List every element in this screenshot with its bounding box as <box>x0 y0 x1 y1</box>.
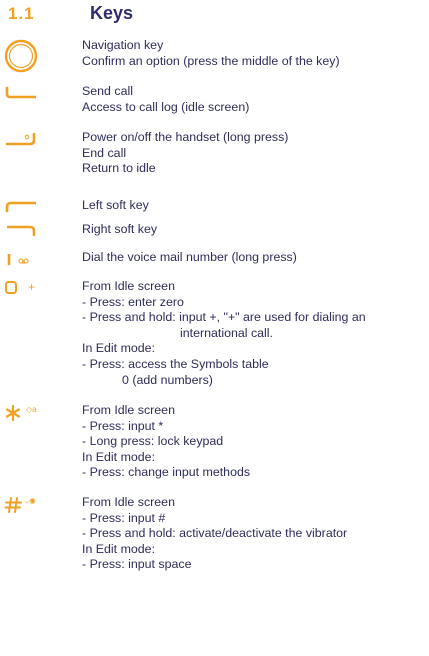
star-key-icon <box>5 404 21 422</box>
description-line: In Edit mode: <box>82 449 156 464</box>
key-description: Power on/off the handset (long press) En… <box>82 130 288 177</box>
key-description: From Idle screen - Press: input * - Long… <box>82 403 250 481</box>
description-line: - Press: access the Symbols table <box>82 356 269 371</box>
end-key-icon <box>6 133 36 146</box>
navigation-key-icon <box>4 39 38 73</box>
description-line: Power on/off the handset (long press) <box>82 130 289 144</box>
section-title: Keys <box>90 3 134 23</box>
description-line: Right soft key <box>82 222 158 236</box>
left-soft-key-icon <box>5 201 36 212</box>
description-line: - Press: input * <box>82 418 164 433</box>
user-manual-page: 1.1 Keys Navigation key Confirm an optio… <box>0 0 429 656</box>
description-line: Confirm an option (press the middle of t… <box>82 53 340 68</box>
section-number: 1.1 <box>8 4 35 23</box>
description-line: Send call <box>82 84 133 98</box>
description-line: - Press: change input methods <box>82 465 251 480</box>
voicemail-key-icon <box>7 254 29 265</box>
plus-glyph: + <box>28 280 36 294</box>
key-description: Send call Access to call log (idle scree… <box>82 84 249 115</box>
description-line: - Press: enter zero <box>82 294 184 309</box>
description-line: - Press: input space <box>82 557 192 572</box>
description-line: In Edit mode: <box>82 341 156 356</box>
description-line: Return to idle <box>82 161 156 176</box>
description-line: From Idle screen <box>82 403 175 417</box>
description-line: In Edit mode: <box>82 541 156 556</box>
description-line: From Idle screen <box>82 279 175 293</box>
description-line: - Long press: lock keypad <box>82 434 224 449</box>
key-description: Dial the voice mail number (long press) <box>82 250 297 266</box>
description-line: Navigation key <box>82 38 164 52</box>
description-line: - Press and hold: activate/deactivate th… <box>82 526 348 541</box>
key-description: From Idle screen - Press: enter zero - P… <box>82 279 366 388</box>
send-key-icon <box>5 87 36 99</box>
description-line: - Press and hold: input +, "+" are used … <box>82 310 366 325</box>
description-line: Access to call log (idle screen) <box>82 99 250 114</box>
description-line: international call. <box>180 325 273 340</box>
key-description: Navigation key Confirm an option (press … <box>82 38 340 69</box>
description-line: End call <box>82 145 127 160</box>
vibrate-glyph: ⌣◉ <box>24 497 36 506</box>
zero-key-icon <box>5 281 17 294</box>
description-line: Left soft key <box>82 198 149 212</box>
description-line: 0 (add numbers) <box>122 372 213 387</box>
key-description: Right soft key <box>82 222 157 238</box>
description-line: Dial the voice mail number (long press) <box>82 250 297 264</box>
description-line: From Idle screen <box>82 495 175 509</box>
key-description: Left soft key <box>82 198 149 214</box>
right-soft-key-icon <box>7 225 36 236</box>
key-description: From Idle screen - Press: input # - Pres… <box>82 495 347 573</box>
input-method-glyph: ◇a <box>26 405 37 414</box>
description-line: - Press: input # <box>82 510 166 525</box>
